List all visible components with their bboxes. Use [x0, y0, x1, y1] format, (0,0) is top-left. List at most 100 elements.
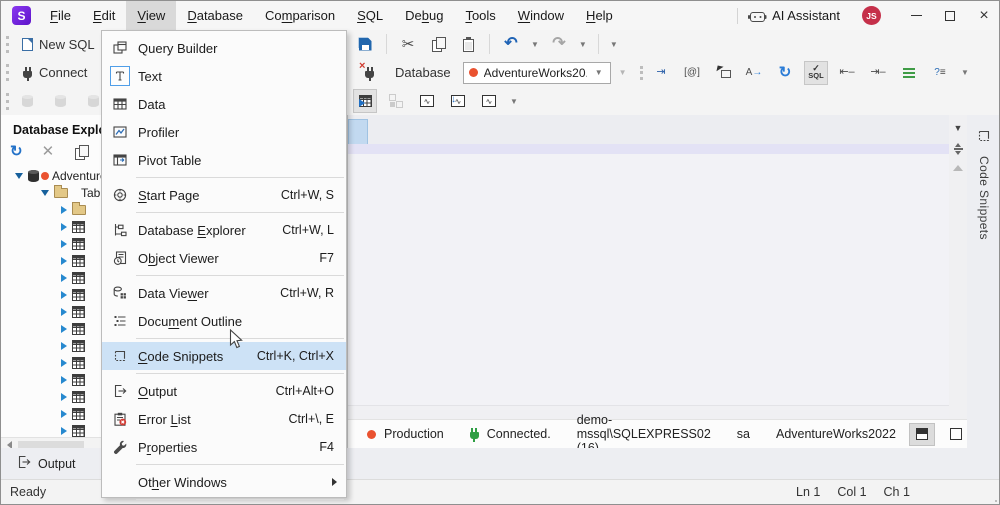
chart-button[interactable]: ∿: [415, 89, 439, 113]
refresh-icon[interactable]: ↻: [10, 144, 23, 159]
collapse-arrow-icon[interactable]: [15, 172, 23, 179]
redo-button[interactable]: ↷: [547, 32, 571, 56]
new-sql-button[interactable]: [15, 32, 39, 56]
expand-arrow-icon[interactable]: [61, 358, 67, 367]
menubar-item-comparison[interactable]: Comparison: [254, 1, 346, 30]
menubar-item-sql[interactable]: SQL: [346, 1, 394, 30]
menu-item-object-viewer[interactable]: Object Viewer F7: [102, 244, 346, 272]
expand-arrow-icon[interactable]: [61, 426, 67, 435]
new-sql-label[interactable]: New SQL: [39, 37, 95, 52]
menubar-item-debug[interactable]: Debug: [394, 1, 454, 30]
menu-item-query-builder[interactable]: Query Builder: [102, 34, 346, 62]
data-grid-view-button[interactable]: [353, 89, 377, 113]
output-tab[interactable]: Output: [16, 454, 76, 473]
indent-block-button[interactable]: ⇥: [649, 61, 673, 85]
maximize-button[interactable]: [933, 1, 967, 30]
decrease-indent-button[interactable]: ⇤–: [835, 61, 859, 85]
menu-item-data-viewer[interactable]: Data Viewer Ctrl+W, R: [102, 279, 346, 307]
scroll-up-icon[interactable]: [953, 164, 963, 171]
expand-arrow-icon[interactable]: [61, 307, 67, 316]
menu-item-document-outline[interactable]: Document Outline: [102, 307, 346, 335]
expand-arrow-icon[interactable]: [61, 341, 67, 350]
menubar-item-file[interactable]: File: [39, 1, 82, 30]
menu-item-other-windows[interactable]: Other Windows: [102, 468, 346, 496]
document-tab[interactable]: [348, 119, 368, 144]
expand-arrow-icon[interactable]: [61, 324, 67, 333]
save-all-button[interactable]: [353, 32, 377, 56]
increase-indent-button[interactable]: ⇥–: [866, 61, 890, 85]
expand-arrow-icon[interactable]: [61, 273, 67, 282]
copy-button[interactable]: [426, 32, 450, 56]
comment-lines-button[interactable]: ?≡: [928, 61, 952, 85]
menu-item-text[interactable]: Text: [102, 62, 346, 90]
sql-editor[interactable]: [348, 144, 949, 405]
close-icon[interactable]: ✕: [42, 144, 55, 159]
rename-pointer-button[interactable]: [711, 61, 735, 85]
splitter-handle-icon[interactable]: [953, 143, 963, 155]
menubar-item-help[interactable]: Help: [575, 1, 624, 30]
menubar-item-tools[interactable]: Tools: [454, 1, 506, 30]
menu-item-database-explorer[interactable]: Database Explorer Ctrl+W, L: [102, 216, 346, 244]
chart-import-button[interactable]: ∿ ↓: [446, 89, 470, 113]
minimize-button[interactable]: [899, 1, 933, 30]
menubar-item-view[interactable]: View: [126, 1, 177, 30]
expand-arrow-icon[interactable]: [61, 239, 67, 248]
format-document-button[interactable]: [897, 61, 921, 85]
chevron-down-icon[interactable]: ▼: [577, 40, 589, 49]
resize-grip[interactable]: [995, 500, 997, 502]
menu-item-pivot-table[interactable]: Pivot Table: [102, 146, 346, 174]
close-button[interactable]: ×: [967, 1, 999, 30]
toolbar-grip[interactable]: [6, 92, 9, 110]
toolbar-grip[interactable]: [639, 65, 643, 80]
menu-item-data[interactable]: Data: [102, 90, 346, 118]
cut-button[interactable]: ✂: [396, 32, 420, 56]
menu-item-start-page[interactable]: Start Page Ctrl+W, S: [102, 181, 346, 209]
database-button[interactable]: [15, 89, 39, 113]
menubar-item-window[interactable]: Window: [507, 1, 575, 30]
paste-button[interactable]: [456, 32, 480, 56]
chart-pivot-button[interactable]: ∿: [477, 89, 501, 113]
chevron-down-icon[interactable]: ▼: [617, 68, 629, 77]
expand-arrow-icon[interactable]: [61, 375, 67, 384]
connect-button[interactable]: [15, 61, 39, 85]
check-sql-syntax-button[interactable]: ✓ SQL: [804, 60, 828, 85]
single-pane-button[interactable]: [943, 423, 969, 446]
tab-list-dropdown-icon[interactable]: ▼: [954, 123, 963, 133]
database-combobox[interactable]: AdventureWorks20... ▼: [462, 61, 611, 84]
navigate-button[interactable]: A→: [742, 61, 766, 85]
expand-arrow-icon[interactable]: [61, 409, 67, 418]
menu-item-error-list[interactable]: Error List Ctrl+\, E: [102, 405, 346, 433]
code-snippets-tab[interactable]: Code Snippets: [967, 115, 999, 240]
toolbar-grip[interactable]: [6, 64, 9, 81]
menu-shortcut: Ctrl+\, E: [288, 412, 335, 426]
diagram-button[interactable]: [384, 89, 408, 113]
undo-button[interactable]: ↶: [499, 32, 523, 56]
duplicate-icon[interactable]: [73, 144, 90, 160]
expand-arrow-icon[interactable]: [61, 205, 67, 214]
connect-label[interactable]: Connect: [39, 65, 87, 80]
database-button[interactable]: [48, 89, 72, 113]
expand-arrow-icon[interactable]: [61, 256, 67, 265]
menu-item-profiler[interactable]: Profiler: [102, 118, 346, 146]
split-horizontal-button[interactable]: [908, 422, 935, 446]
menu-item-output[interactable]: Output Ctrl+Alt+O: [102, 377, 346, 405]
chevron-down-icon[interactable]: ▼: [529, 40, 541, 49]
ai-assistant-button[interactable]: AI Assistant: [772, 8, 840, 23]
toolbar-grip[interactable]: [6, 35, 9, 53]
chevron-down-icon[interactable]: ▼: [959, 68, 971, 77]
menu-item-label: Database Explorer: [138, 222, 246, 238]
menu-item-code-snippets[interactable]: Code Snippets Ctrl+K, Ctrl+X: [102, 342, 346, 370]
expand-arrow-icon[interactable]: [61, 290, 67, 299]
find-macro-button[interactable]: [@]: [680, 61, 704, 85]
menubar-item-database[interactable]: Database: [176, 1, 254, 30]
user-avatar-badge[interactable]: JS: [862, 6, 881, 25]
chevron-down-icon[interactable]: ▼: [608, 40, 620, 49]
disconnect-button[interactable]: ×: [357, 60, 381, 85]
expand-arrow-icon[interactable]: [61, 222, 67, 231]
menu-item-properties[interactable]: Properties F4: [102, 433, 346, 461]
menubar-item-edit[interactable]: Edit: [82, 1, 126, 30]
expand-arrow-icon[interactable]: [61, 392, 67, 401]
collapse-arrow-icon[interactable]: [41, 189, 49, 196]
refresh-button[interactable]: ↻: [773, 61, 797, 85]
chevron-down-icon[interactable]: ▼: [508, 97, 520, 106]
